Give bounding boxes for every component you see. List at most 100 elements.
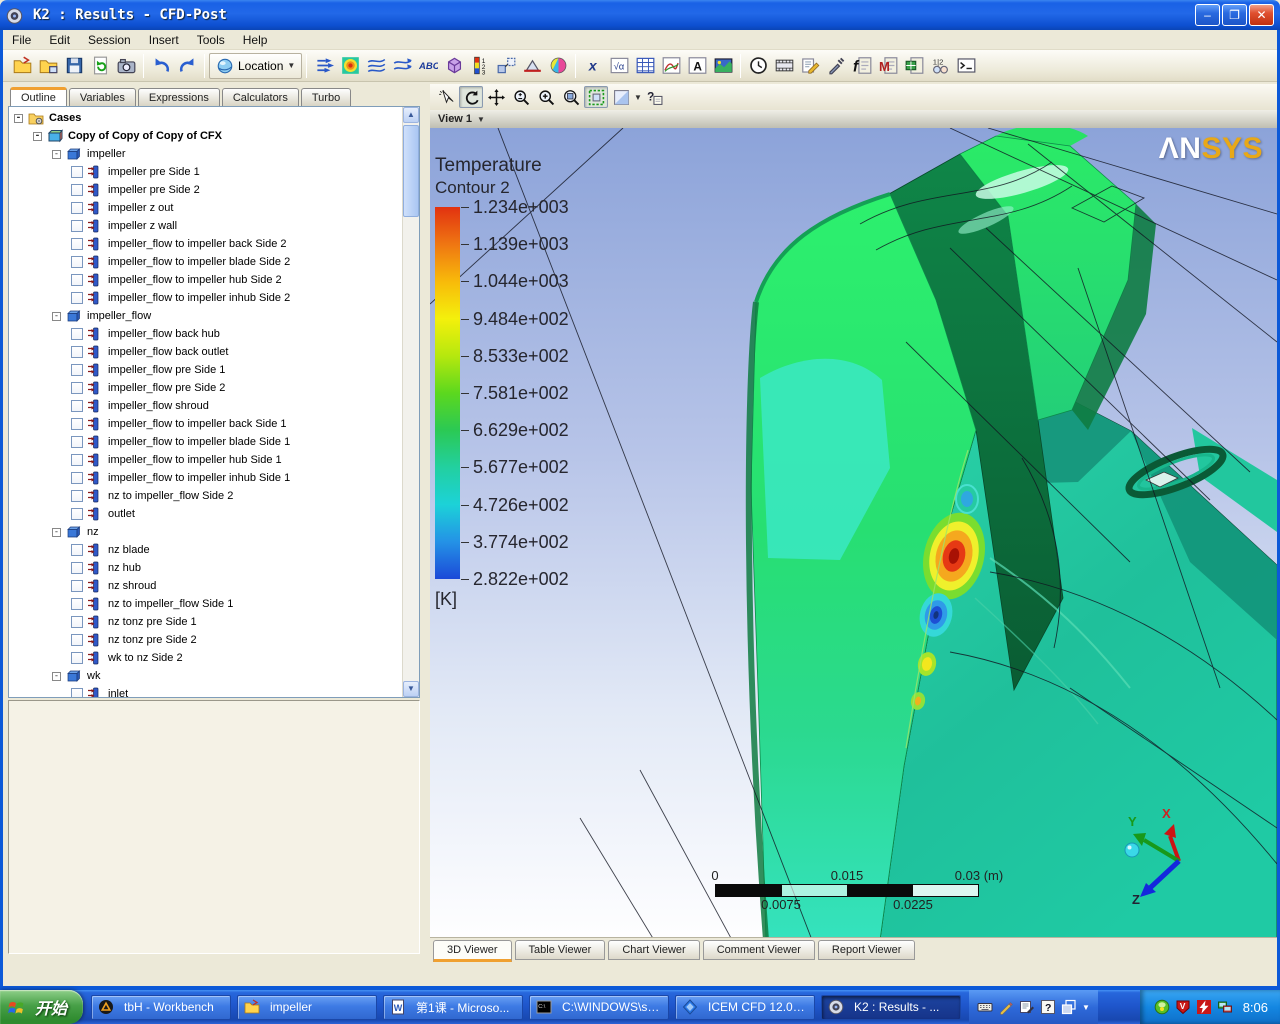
visibility-checkbox[interactable] — [71, 346, 83, 358]
task-cfdpost[interactable]: K2 : Results - ... — [821, 995, 961, 1020]
tree-item[interactable]: -nz — [9, 523, 402, 541]
select-icon[interactable] — [434, 86, 458, 108]
zoom-in-icon[interactable] — [534, 86, 558, 108]
maximize-button[interactable]: ❐ — [1222, 4, 1247, 26]
load-results-icon[interactable] — [9, 53, 35, 79]
reload-icon[interactable] — [87, 53, 113, 79]
menu-session[interactable]: Session — [79, 31, 140, 49]
visibility-checkbox[interactable] — [71, 454, 83, 466]
visibility-checkbox[interactable] — [71, 616, 83, 628]
start-button[interactable]: 开始 — [0, 990, 83, 1024]
visibility-checkbox[interactable] — [71, 256, 83, 268]
language-help-icon[interactable]: ? — [1040, 999, 1056, 1015]
tree-item[interactable]: impeller_flow to impeller inhub Side 1 — [9, 469, 402, 487]
tab-expressions[interactable]: Expressions — [138, 88, 220, 106]
clip-plane-icon[interactable] — [519, 53, 545, 79]
tree-item[interactable]: impeller pre Side 1 — [9, 163, 402, 181]
tree-item[interactable]: inlet — [9, 685, 402, 697]
animation-icon[interactable] — [771, 53, 797, 79]
scroll-down-button[interactable]: ▼ — [403, 681, 419, 697]
swatch-dropdown-arrow[interactable]: ▼ — [634, 93, 642, 102]
visibility-checkbox[interactable] — [71, 508, 83, 520]
visibility-checkbox[interactable] — [71, 598, 83, 610]
task-icem[interactable]: ICEM CFD 12.0.1... — [675, 995, 815, 1020]
expression-icon[interactable]: √α — [606, 53, 632, 79]
colormap-icon[interactable] — [545, 53, 571, 79]
view-header[interactable]: View 1 ▼ — [430, 110, 1277, 128]
tree-item[interactable]: -Cases — [9, 109, 402, 127]
viewer-tab-table-viewer[interactable]: Table Viewer — [515, 940, 606, 960]
task-cmd[interactable]: C:\C:\WINDOWS\syst... — [529, 995, 669, 1020]
visibility-checkbox[interactable] — [71, 544, 83, 556]
menu-file[interactable]: File — [3, 31, 40, 49]
rotate-icon[interactable] — [459, 86, 483, 108]
save-state-icon[interactable] — [61, 53, 87, 79]
snapshot-icon[interactable] — [113, 53, 139, 79]
tree-item[interactable]: -Copy of Copy of Copy of CFX — [9, 127, 402, 145]
command-editor-icon[interactable] — [953, 53, 979, 79]
tree-item[interactable]: nz to impeller_flow Side 1 — [9, 595, 402, 613]
task-impeller-folder[interactable]: impeller — [237, 995, 377, 1020]
visibility-checkbox[interactable] — [71, 580, 83, 592]
network-tray-icon[interactable] — [1217, 999, 1233, 1015]
visibility-checkbox[interactable] — [71, 328, 83, 340]
3d-viewport[interactable]: Temperature Contour 2 1.234e+0031.139e+0… — [430, 128, 1277, 937]
expander[interactable]: - — [14, 114, 23, 123]
expander[interactable]: - — [52, 312, 61, 321]
visibility-checkbox[interactable] — [71, 688, 83, 697]
menu-tools[interactable]: Tools — [188, 31, 234, 49]
viewer-help-icon[interactable]: ? — [643, 86, 667, 108]
tab-turbo[interactable]: Turbo — [301, 88, 351, 106]
redo-icon[interactable] — [174, 53, 200, 79]
v-shield-tray-icon[interactable]: V — [1175, 999, 1191, 1015]
langbar-dropdown-arrow[interactable]: ▼ — [1082, 1003, 1090, 1012]
viewer-tab-3d-viewer[interactable]: 3D Viewer — [433, 940, 512, 962]
visibility-checkbox[interactable] — [71, 238, 83, 250]
tree-item[interactable]: impeller_flow shroud — [9, 397, 402, 415]
restore-toolbar-icon[interactable] — [1061, 999, 1077, 1015]
tree-item[interactable]: impeller_flow to impeller back Side 2 — [9, 235, 402, 253]
expander[interactable]: - — [33, 132, 42, 141]
tree-item[interactable]: impeller pre Side 2 — [9, 181, 402, 199]
tree-item[interactable]: impeller_flow to impeller hub Side 2 — [9, 271, 402, 289]
view-dropdown-arrow[interactable]: ▼ — [477, 115, 485, 124]
comment-icon[interactable]: A — [684, 53, 710, 79]
visibility-checkbox[interactable] — [71, 202, 83, 214]
tab-calculators[interactable]: Calculators — [222, 88, 299, 106]
expander[interactable]: - — [52, 528, 61, 537]
figure-icon[interactable] — [710, 53, 736, 79]
tree-item[interactable]: impeller_flow back outlet — [9, 343, 402, 361]
contour-icon[interactable] — [337, 53, 363, 79]
pen-input-icon[interactable] — [998, 999, 1014, 1015]
location-selector[interactable]: Location▼ — [209, 53, 302, 79]
menu-edit[interactable]: Edit — [40, 31, 79, 49]
background-color-swatch[interactable] — [609, 86, 633, 108]
scroll-up-button[interactable]: ▲ — [403, 107, 419, 123]
visibility-checkbox[interactable] — [71, 274, 83, 286]
tree-item[interactable]: impeller_flow to impeller inhub Side 2 — [9, 289, 402, 307]
red-flash-tray-icon[interactable] — [1196, 999, 1212, 1015]
tab-variables[interactable]: Variables — [69, 88, 136, 106]
green-dot-tray-icon[interactable] — [1154, 999, 1170, 1015]
timestep-icon[interactable] — [745, 53, 771, 79]
undo-icon[interactable] — [148, 53, 174, 79]
menu-help[interactable]: Help — [234, 31, 277, 49]
instance-transform-icon[interactable] — [493, 53, 519, 79]
writing-pad-icon[interactable] — [1019, 999, 1035, 1015]
tree-item[interactable]: impeller_flow to impeller blade Side 1 — [9, 433, 402, 451]
task-workbench[interactable]: tbH - Workbench — [91, 995, 231, 1020]
legend-icon[interactable]: 123 — [467, 53, 493, 79]
expander[interactable]: - — [52, 150, 61, 159]
tree-item[interactable]: -impeller — [9, 145, 402, 163]
case-comparison-icon[interactable]: 1|2 — [927, 53, 953, 79]
tree-item[interactable]: impeller_flow back hub — [9, 325, 402, 343]
viewer-tab-comment-viewer[interactable]: Comment Viewer — [703, 940, 815, 960]
visibility-checkbox[interactable] — [71, 292, 83, 304]
mesh-calculator-icon[interactable] — [901, 53, 927, 79]
tree-item[interactable]: impeller_flow pre Side 2 — [9, 379, 402, 397]
visibility-checkbox[interactable] — [71, 364, 83, 376]
tree-item[interactable]: impeller_flow to impeller hub Side 1 — [9, 451, 402, 469]
fit-view-icon[interactable] — [559, 86, 583, 108]
variable-icon[interactable]: x — [580, 53, 606, 79]
keyboard-icon[interactable] — [977, 999, 993, 1015]
